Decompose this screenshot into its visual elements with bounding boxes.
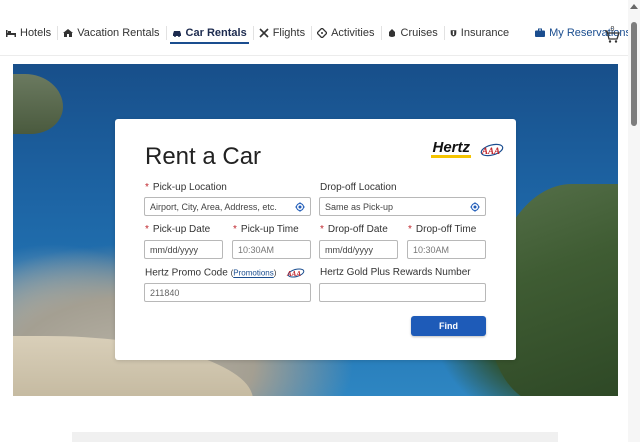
pickup-date-input[interactable]: mm/dd/yyyy — [144, 240, 223, 259]
scroll-up-arrow-icon[interactable] — [630, 4, 638, 9]
required-marker: * — [408, 224, 412, 235]
nav-car-rentals[interactable]: Car Rentals — [165, 14, 253, 52]
nav-flights-label: Flights — [272, 27, 306, 39]
brand-logos: Hertz AAA — [431, 139, 504, 158]
dropoff-date-label-text: Drop-off Date — [327, 224, 388, 235]
dropoff-location-input[interactable]: Same as Pick-up — [319, 197, 486, 216]
aaa-logo-text: AAA — [481, 146, 500, 156]
pickup-date-label-text: Pick-up Date — [152, 224, 211, 235]
dropoff-time-value: 10:30AM — [413, 244, 450, 255]
ship-icon — [388, 29, 395, 37]
scrollbar[interactable] — [628, 0, 640, 442]
aaa-small-logo-text: AAA — [286, 270, 301, 278]
dropoff-time-label: * Drop-off Time — [408, 224, 476, 235]
nav-cruises-label: Cruises — [400, 27, 438, 39]
pickup-location-input[interactable]: Airport, City, Area, Address, etc. — [144, 197, 311, 216]
shield-icon — [450, 30, 457, 37]
required-marker: * — [145, 182, 149, 193]
cart-icon[interactable]: 0 — [604, 25, 620, 43]
scrollbar-thumb[interactable] — [631, 22, 637, 126]
ticket-icon — [317, 28, 328, 38]
promo-code-input[interactable]: 211840 — [144, 283, 311, 302]
nav-my-reservations[interactable]: My Reservations — [529, 14, 637, 52]
dropoff-time-input[interactable]: 10:30AM — [407, 240, 486, 259]
content-below-fold — [72, 432, 558, 442]
required-marker: * — [320, 224, 324, 235]
aaa-small-logo: AAA — [286, 268, 305, 278]
promo-code-label: Hertz Promo Code (Promotions) AAA — [145, 267, 305, 279]
nav-activities-label: Activities — [331, 27, 375, 39]
bed-icon — [6, 30, 16, 37]
pickup-time-label: * Pick-up Time — [233, 224, 299, 235]
nav-insurance[interactable]: Insurance — [443, 14, 515, 52]
nav-activities[interactable]: Activities — [311, 14, 380, 52]
pickup-time-input[interactable]: 10:30AM — [232, 240, 311, 259]
nav-flights[interactable]: Flights — [252, 14, 311, 52]
page-title: Rent a Car — [145, 143, 262, 170]
gold-plus-label: Hertz Gold Plus Rewards Number — [320, 267, 471, 278]
locate-icon[interactable] — [470, 201, 480, 212]
hertz-logo: Hertz — [431, 139, 471, 158]
dropoff-date-placeholder: mm/dd/yyyy — [325, 244, 374, 255]
nav-divider — [0, 55, 628, 56]
required-marker: * — [145, 224, 149, 235]
pickup-date-label: * Pick-up Date — [145, 224, 210, 235]
house-icon — [63, 29, 74, 37]
nav-hotels-label: Hotels — [20, 27, 52, 39]
dropoff-date-input[interactable]: mm/dd/yyyy — [319, 240, 398, 259]
nav-car-rentals-label: Car Rentals — [185, 27, 247, 39]
nav-cruises[interactable]: Cruises — [380, 14, 444, 52]
nav-vacation-rentals[interactable]: Vacation Rentals — [57, 14, 165, 52]
dropoff-location-value: Same as Pick-up — [325, 201, 394, 212]
nav-hotels[interactable]: Hotels — [0, 14, 57, 52]
pickup-time-label-text: Pick-up Time — [240, 224, 299, 235]
plane-icon — [259, 28, 269, 38]
promo-code-value: 211840 — [150, 287, 180, 298]
promotions-link[interactable]: Promotions — [233, 269, 273, 278]
promo-paren-close: ) — [273, 268, 277, 278]
top-nav: Hotels Vacation Rentals Car Rentals Flig… — [0, 14, 631, 52]
dropoff-time-label-text: Drop-off Time — [415, 224, 477, 235]
pickup-date-placeholder: mm/dd/yyyy — [150, 244, 199, 255]
briefcase-icon — [535, 28, 546, 37]
promo-code-label-text: Hertz Promo Code — [145, 267, 228, 279]
pickup-location-label: * Pick-up Location — [145, 182, 227, 193]
pickup-location-label-text: Pick-up Location — [152, 182, 227, 193]
pickup-location-placeholder: Airport, City, Area, Address, etc. — [150, 201, 277, 212]
dropoff-date-label: * Drop-off Date — [320, 224, 388, 235]
aaa-logo: AAA — [480, 143, 504, 156]
nav-insurance-label: Insurance — [460, 27, 510, 39]
cart-count: 0 — [611, 26, 615, 33]
rent-a-car-card: Rent a Car Hertz AAA * Pick-up Location A… — [115, 119, 516, 360]
car-icon — [172, 31, 181, 37]
find-button[interactable]: Find — [411, 316, 486, 336]
hero-cliff-left — [13, 74, 63, 134]
nav-vacation-rentals-label: Vacation Rentals — [77, 27, 160, 39]
dropoff-location-label: Drop-off Location — [320, 182, 397, 193]
pickup-time-value: 10:30AM — [238, 244, 275, 255]
locate-icon[interactable] — [295, 201, 305, 212]
required-marker: * — [233, 224, 237, 235]
gold-plus-input[interactable] — [319, 283, 486, 302]
